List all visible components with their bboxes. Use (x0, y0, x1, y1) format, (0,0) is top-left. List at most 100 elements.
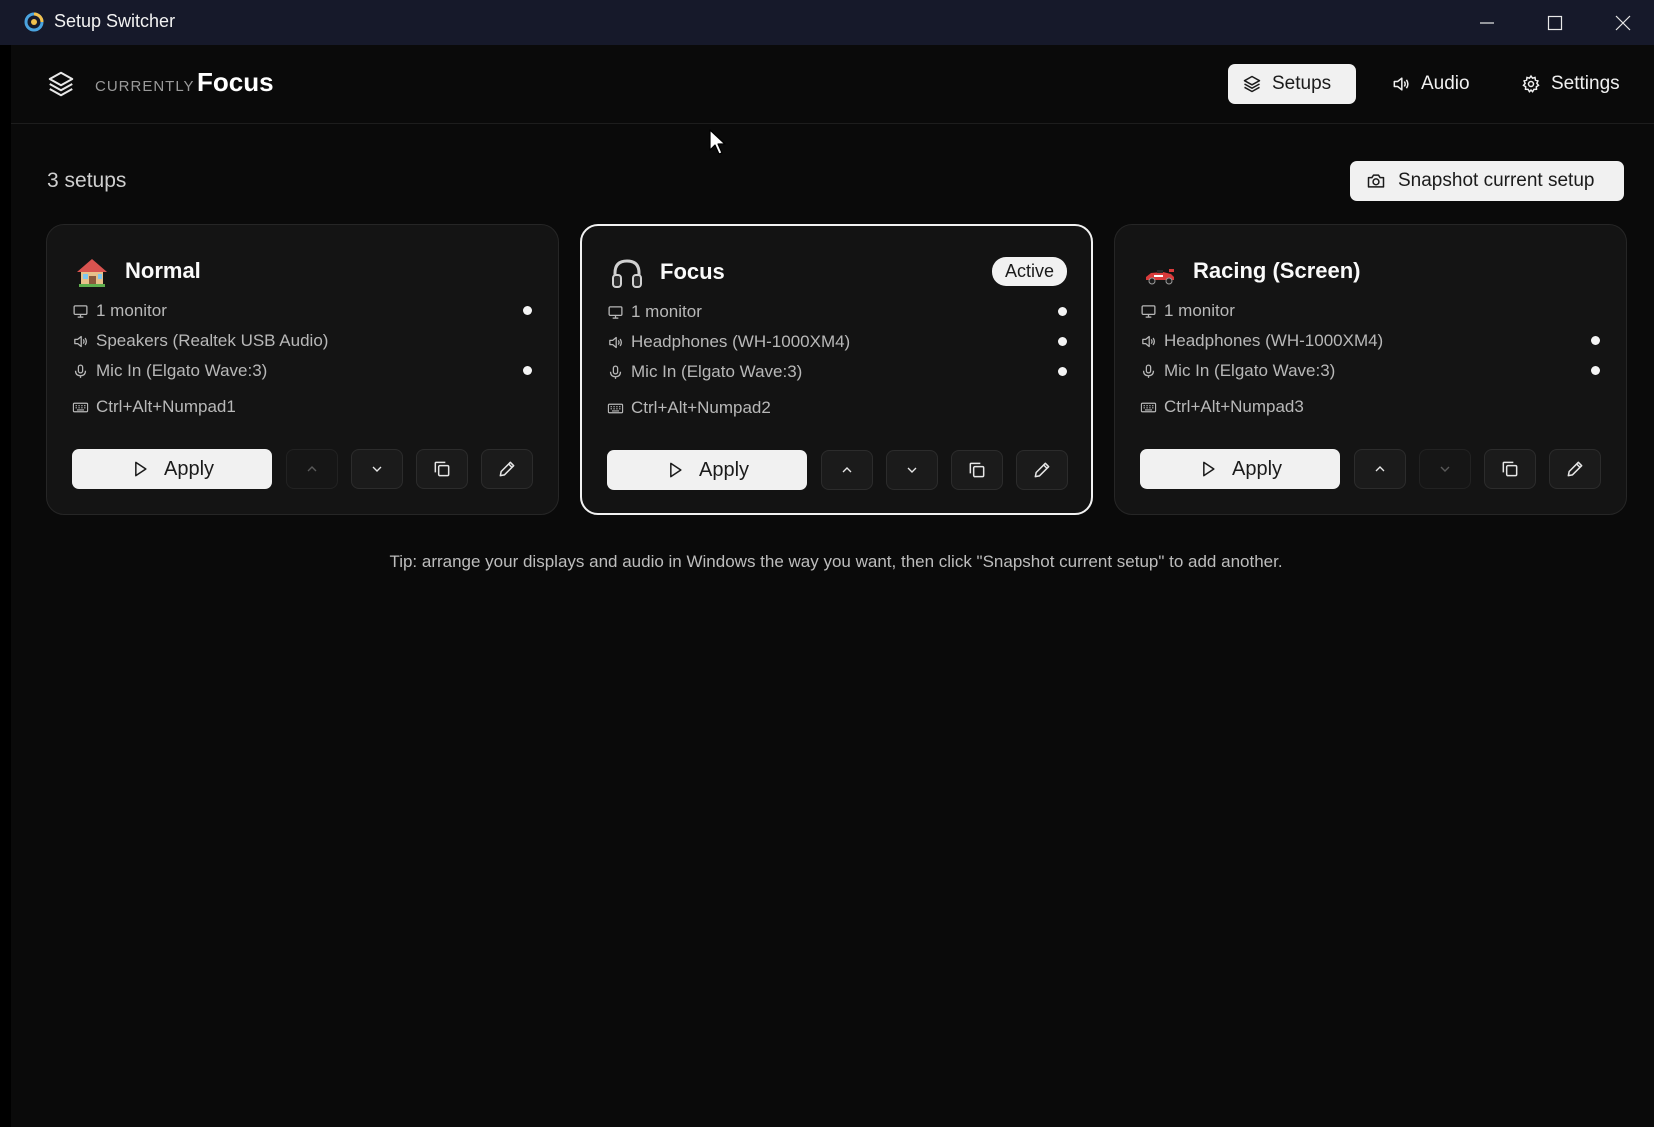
edit-button[interactable] (481, 449, 533, 489)
setup-card-normal: Normal 1 monitor Speakers (Realtek USB A… (46, 224, 559, 515)
nav-settings[interactable]: Settings (1507, 64, 1641, 104)
chevron-down-icon (372, 466, 382, 472)
pencil-icon (499, 461, 515, 477)
play-icon (670, 462, 682, 478)
app-logo-icon (24, 12, 44, 32)
chevron-up-icon (842, 467, 852, 473)
status-dot (1058, 337, 1067, 346)
microphone-icon (609, 364, 622, 379)
edit-button[interactable] (1016, 450, 1068, 490)
monitor-row: 1 monitor (607, 299, 1067, 325)
hotkey-row: Ctrl+Alt+Numpad1 (72, 394, 532, 420)
microphone-icon (74, 363, 87, 378)
move-up-button[interactable] (1354, 449, 1406, 489)
mic-device: Mic In (Elgato Wave:3) (96, 361, 268, 380)
layers-icon (48, 71, 74, 97)
keyboard-icon (72, 402, 89, 412)
nav-audio[interactable]: Audio (1377, 64, 1487, 104)
active-badge: Active (991, 257, 1067, 286)
status-dot (1058, 367, 1067, 376)
gear-icon (1522, 74, 1540, 93)
apply-button[interactable]: Apply (607, 450, 807, 490)
minimize-icon (1480, 21, 1494, 24)
snapshot-button[interactable]: Snapshot current setup (1350, 161, 1624, 201)
snapshot-label: Snapshot current setup (1398, 170, 1595, 191)
chevron-up-icon (307, 466, 317, 472)
mic-row: Mic In (Elgato Wave:3) (607, 359, 1067, 385)
apply-label: Apply (163, 457, 215, 480)
apply-label: Apply (1231, 457, 1283, 480)
mic-row: Mic In (Elgato Wave:3) (72, 358, 532, 384)
headphones-icon (612, 259, 642, 288)
monitor-count: 1 monitor (96, 301, 167, 320)
setup-name: Focus (660, 259, 725, 284)
maximize-icon (1547, 15, 1563, 30)
mic-device: Mic In (Elgato Wave:3) (1164, 361, 1336, 380)
hotkey-text: Ctrl+Alt+Numpad3 (1164, 397, 1304, 416)
speaker-row: Headphones (WH-1000XM4) (1140, 328, 1600, 354)
apply-button[interactable]: Apply (1140, 449, 1340, 489)
hotkey-text: Ctrl+Alt+Numpad2 (631, 398, 771, 417)
chevron-down-icon (1440, 466, 1450, 472)
setup-card-focus: Focus Active 1 monitor Headphones (WH-10… (580, 224, 1093, 515)
status-dot (523, 306, 532, 315)
duplicate-button[interactable] (416, 449, 468, 489)
window-titlebar: Setup Switcher (0, 0, 1654, 45)
setup-card-racing: Racing (Screen) 1 monitor Headphones (WH… (1114, 224, 1627, 515)
speaker-device: Speakers (Realtek USB Audio) (96, 331, 329, 350)
move-down-button[interactable] (1419, 449, 1471, 489)
monitor-icon (73, 304, 88, 318)
nav-setups[interactable]: Setups (1228, 64, 1356, 104)
monitor-count: 1 monitor (631, 302, 702, 321)
keyboard-icon (607, 403, 624, 413)
copy-icon (969, 462, 985, 478)
hotkey-row: Ctrl+Alt+Numpad2 (607, 395, 1067, 421)
keyboard-icon (1140, 402, 1157, 412)
speaker-row: Speakers (Realtek USB Audio) (72, 328, 532, 354)
camera-icon (1367, 174, 1385, 188)
nav-audio-label: Audio (1421, 73, 1470, 94)
minimize-button[interactable] (1454, 0, 1520, 45)
apply-button[interactable]: Apply (72, 449, 272, 489)
nav-setups-label: Setups (1272, 73, 1332, 94)
speaker-device: Headphones (WH-1000XM4) (1164, 331, 1384, 350)
monitor-row: 1 monitor (1140, 298, 1600, 324)
nav-settings-label: Settings (1551, 73, 1620, 94)
hotkey-row: Ctrl+Alt+Numpad3 (1140, 394, 1600, 420)
monitor-row: 1 monitor (72, 298, 532, 324)
monitor-count: 1 monitor (1164, 301, 1235, 320)
move-down-button[interactable] (351, 449, 403, 489)
mouse-cursor-icon (709, 129, 726, 155)
house-icon (77, 259, 107, 287)
move-up-button[interactable] (821, 450, 873, 490)
chevron-up-icon (1375, 466, 1385, 472)
duplicate-button[interactable] (1484, 449, 1536, 489)
setup-name: Normal (125, 258, 201, 283)
edit-button[interactable] (1549, 449, 1601, 489)
move-up-button[interactable] (286, 449, 338, 489)
move-down-button[interactable] (886, 450, 938, 490)
close-button[interactable] (1590, 0, 1654, 45)
currently-label: CURRENTLY (95, 78, 195, 95)
speaker-device: Headphones (WH-1000XM4) (631, 332, 851, 351)
hotkey-text: Ctrl+Alt+Numpad1 (96, 397, 236, 416)
speaker-icon (1142, 335, 1155, 347)
copy-icon (434, 461, 450, 477)
copy-icon (1502, 461, 1518, 477)
duplicate-button[interactable] (951, 450, 1003, 490)
close-icon (1615, 15, 1631, 30)
setup-name: Racing (Screen) (1193, 258, 1361, 283)
status-dot (1591, 366, 1600, 375)
microphone-icon (1142, 363, 1155, 378)
status-dot (1058, 307, 1067, 316)
setup-count: 3 setups (47, 169, 127, 192)
apply-label: Apply (698, 458, 750, 481)
mic-device: Mic In (Elgato Wave:3) (631, 362, 803, 381)
tip-text: Tip: arrange your displays and audio in … (389, 552, 1283, 571)
monitor-icon (608, 305, 623, 319)
pencil-icon (1034, 462, 1050, 478)
speaker-icon (1393, 77, 1409, 91)
maximize-button[interactable] (1522, 0, 1588, 45)
play-icon (135, 461, 147, 477)
pencil-icon (1567, 461, 1583, 477)
